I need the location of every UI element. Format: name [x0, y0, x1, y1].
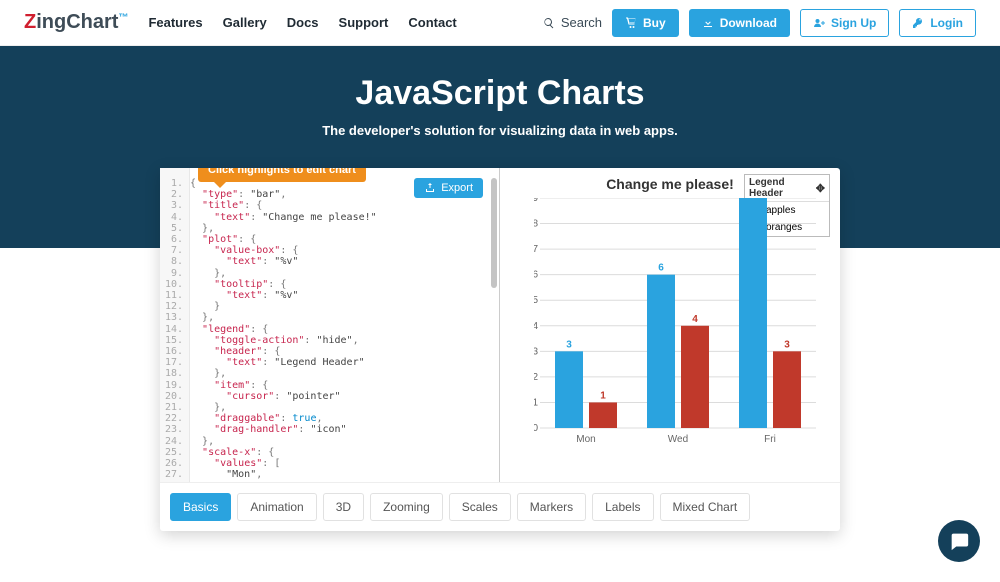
bar-apples-Fri[interactable] — [739, 198, 767, 428]
svg-text:Fri: Fri — [764, 434, 776, 445]
svg-text:6: 6 — [658, 263, 664, 274]
export-label: Export — [441, 182, 473, 194]
download-button[interactable]: Download — [689, 9, 790, 37]
logo[interactable]: ZingChart™ — [24, 11, 128, 34]
move-icon[interactable]: ✥ — [816, 182, 825, 195]
legend-header: Legend Header — [749, 177, 816, 199]
scrollbar[interactable] — [491, 178, 497, 288]
chat-icon — [948, 530, 970, 552]
tab-zooming[interactable]: Zooming — [370, 493, 443, 521]
cart-icon — [625, 17, 637, 29]
login-button[interactable]: Login — [899, 9, 976, 37]
svg-text:1: 1 — [600, 390, 606, 401]
hero-subtitle: The developer's solution for visualizing… — [0, 123, 1000, 138]
code-editor[interactable]: Click highlights to edit chart Export 1.… — [160, 168, 500, 482]
chart-plot[interactable]: 012345678931Mon64Wed93Fri — [534, 198, 816, 450]
svg-text:3: 3 — [534, 346, 538, 357]
svg-text:5: 5 — [534, 295, 538, 306]
download-label: Download — [720, 16, 777, 30]
svg-text:3: 3 — [784, 339, 790, 350]
tab-labels[interactable]: Labels — [592, 493, 653, 521]
tab-3d[interactable]: 3D — [323, 493, 364, 521]
tab-mixed[interactable]: Mixed Chart — [660, 493, 751, 521]
svg-text:4: 4 — [534, 321, 538, 332]
login-label: Login — [930, 16, 963, 30]
line-gutter: 1.2.3.4.5.6.7.8.9.10.11.12.13.14.15.16.1… — [160, 168, 190, 482]
code-content[interactable]: { "type": "bar", "title": { "text": "Cha… — [190, 178, 491, 480]
export-button[interactable]: Export — [414, 178, 483, 198]
search-icon — [543, 17, 555, 29]
svg-text:7: 7 — [534, 244, 538, 255]
user-plus-icon — [813, 17, 825, 29]
nav-docs[interactable]: Docs — [287, 15, 319, 30]
export-icon — [424, 182, 436, 194]
svg-text:Mon: Mon — [576, 434, 595, 445]
svg-text:Wed: Wed — [668, 434, 688, 445]
chart-preview: Change me please! Legend Header ✥ apples… — [500, 168, 840, 482]
hero-title: JavaScript Charts — [0, 74, 1000, 113]
edit-tooltip: Click highlights to edit chart — [198, 168, 366, 182]
bar-oranges-Wed[interactable] — [681, 326, 709, 428]
bar-apples-Mon[interactable] — [555, 351, 583, 428]
buy-label: Buy — [643, 16, 666, 30]
svg-text:1: 1 — [534, 397, 538, 408]
demo-card: Click highlights to edit chart Export 1.… — [160, 168, 840, 531]
tab-markers[interactable]: Markers — [517, 493, 586, 521]
svg-text:0: 0 — [534, 423, 538, 434]
nav-features[interactable]: Features — [148, 15, 202, 30]
svg-text:4: 4 — [692, 314, 698, 325]
svg-text:2: 2 — [534, 372, 538, 383]
chat-widget[interactable] — [938, 520, 980, 562]
demo-tabs: Basics Animation 3D Zooming Scales Marke… — [160, 482, 840, 531]
svg-text:3: 3 — [566, 339, 572, 350]
svg-text:6: 6 — [534, 270, 538, 281]
bar-oranges-Fri[interactable] — [773, 351, 801, 428]
nav-gallery[interactable]: Gallery — [223, 15, 267, 30]
buy-button[interactable]: Buy — [612, 9, 679, 37]
download-icon — [702, 17, 714, 29]
svg-text:8: 8 — [534, 219, 538, 230]
search-label: Search — [561, 15, 602, 30]
tab-animation[interactable]: Animation — [237, 493, 316, 521]
key-icon — [912, 17, 924, 29]
tab-scales[interactable]: Scales — [449, 493, 511, 521]
signup-label: Sign Up — [831, 16, 876, 30]
nav-contact[interactable]: Contact — [408, 15, 456, 30]
search-button[interactable]: Search — [543, 15, 602, 30]
top-nav: ZingChart™ Features Gallery Docs Support… — [0, 0, 1000, 46]
nav-right: Search Buy Download Sign Up Login — [543, 9, 976, 37]
tab-basics[interactable]: Basics — [170, 493, 231, 521]
bar-oranges-Mon[interactable] — [589, 402, 617, 428]
signup-button[interactable]: Sign Up — [800, 9, 889, 37]
nav-items: Features Gallery Docs Support Contact — [148, 15, 456, 30]
svg-text:9: 9 — [534, 198, 538, 204]
nav-support[interactable]: Support — [339, 15, 389, 30]
bar-apples-Wed[interactable] — [647, 275, 675, 428]
